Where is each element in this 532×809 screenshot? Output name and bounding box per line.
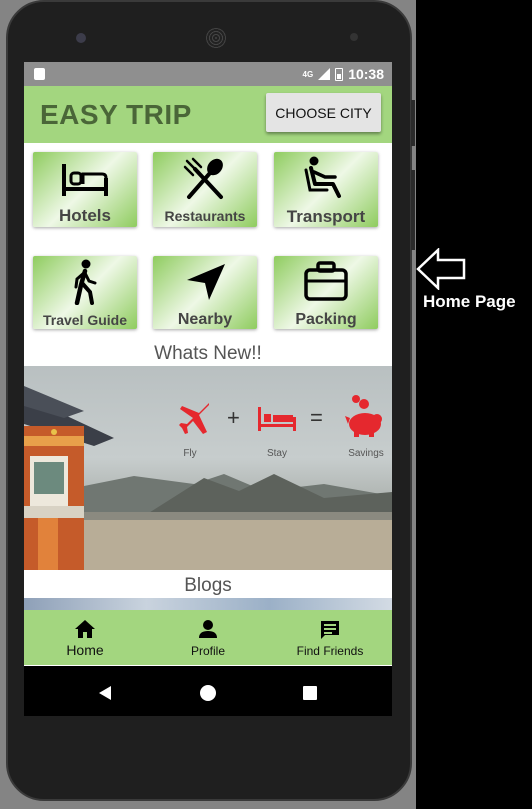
nav-profile-label: Profile (190, 644, 225, 658)
savings-label: Savings (348, 448, 384, 459)
category-label: Restaurants (164, 208, 246, 224)
front-camera (76, 33, 86, 43)
proximity-sensor (350, 33, 358, 41)
sim-card-icon (34, 68, 45, 80)
choose-city-button[interactable]: CHOOSE CITY (266, 93, 381, 132)
nav-find-friends-label: Find Friends (296, 644, 364, 658)
category-label: Packing (295, 311, 357, 328)
app-title: EASY TRIP (40, 99, 192, 130)
earpiece-speaker (206, 28, 226, 48)
clock: 10:38 (348, 66, 384, 82)
bed-icon (62, 164, 108, 196)
category-hotels[interactable]: Hotels (33, 152, 137, 227)
walking-person-icon (74, 259, 97, 305)
network-type: 4G (302, 69, 314, 79)
category-restaurants[interactable]: Restaurants (153, 152, 257, 227)
app-screen: 4G 10:38 EASY TRIP CHOOSE CITY Hotels Re… (24, 62, 392, 716)
scenery-illustration (24, 386, 392, 570)
recents-icon[interactable] (302, 685, 318, 701)
left-arrow-icon (416, 248, 466, 290)
blog-preview-image[interactable] (24, 598, 392, 610)
navigation-arrow-icon (187, 264, 225, 300)
bottom-navigation: Home Profile Find Friends (24, 610, 392, 665)
blogs-heading: Blogs (184, 575, 232, 596)
equals-sign: = (310, 405, 323, 430)
power-button (411, 100, 415, 146)
promo-banner[interactable]: + = Fly Stay Savings (24, 366, 392, 570)
category-travel-guide[interactable]: Travel Guide (33, 256, 137, 329)
nav-home[interactable]: Home (24, 610, 146, 665)
system-navigation-bar (24, 666, 392, 716)
category-label: Transport (286, 207, 366, 226)
battery-icon (335, 67, 344, 81)
fork-knife-icon (183, 157, 223, 199)
home-page-annotation: Home Page (423, 292, 516, 311)
home-circle-icon[interactable] (199, 684, 217, 702)
status-bar: 4G 10:38 (24, 62, 392, 86)
whats-new-heading: Whats New!! (154, 343, 262, 364)
signal-icon (318, 68, 331, 80)
airplane-icon (179, 403, 209, 434)
category-label: Hotels (59, 206, 111, 225)
category-transport[interactable]: Transport (274, 152, 378, 227)
home-icon (75, 620, 95, 638)
bed-icon (258, 407, 296, 431)
category-label: Nearby (177, 311, 233, 328)
person-icon (199, 620, 217, 638)
app-bar: EASY TRIP CHOOSE CITY (24, 86, 392, 143)
seat-icon (304, 156, 341, 198)
nav-profile[interactable]: Profile (147, 610, 269, 665)
suitcase-icon (304, 261, 348, 301)
nav-find-friends[interactable]: Find Friends (269, 610, 391, 665)
category-label: Travel Guide (42, 312, 128, 328)
volume-button (411, 170, 415, 250)
category-packing[interactable]: Packing (274, 256, 378, 329)
chat-icon (321, 621, 339, 639)
back-icon[interactable] (97, 685, 113, 701)
fly-label: Fly (183, 448, 197, 459)
nav-home-label: Home (66, 642, 104, 658)
piggy-bank-icon (345, 395, 382, 437)
category-nearby[interactable]: Nearby (153, 256, 257, 329)
plus-sign: + (227, 405, 240, 430)
stay-label: Stay (266, 448, 287, 459)
